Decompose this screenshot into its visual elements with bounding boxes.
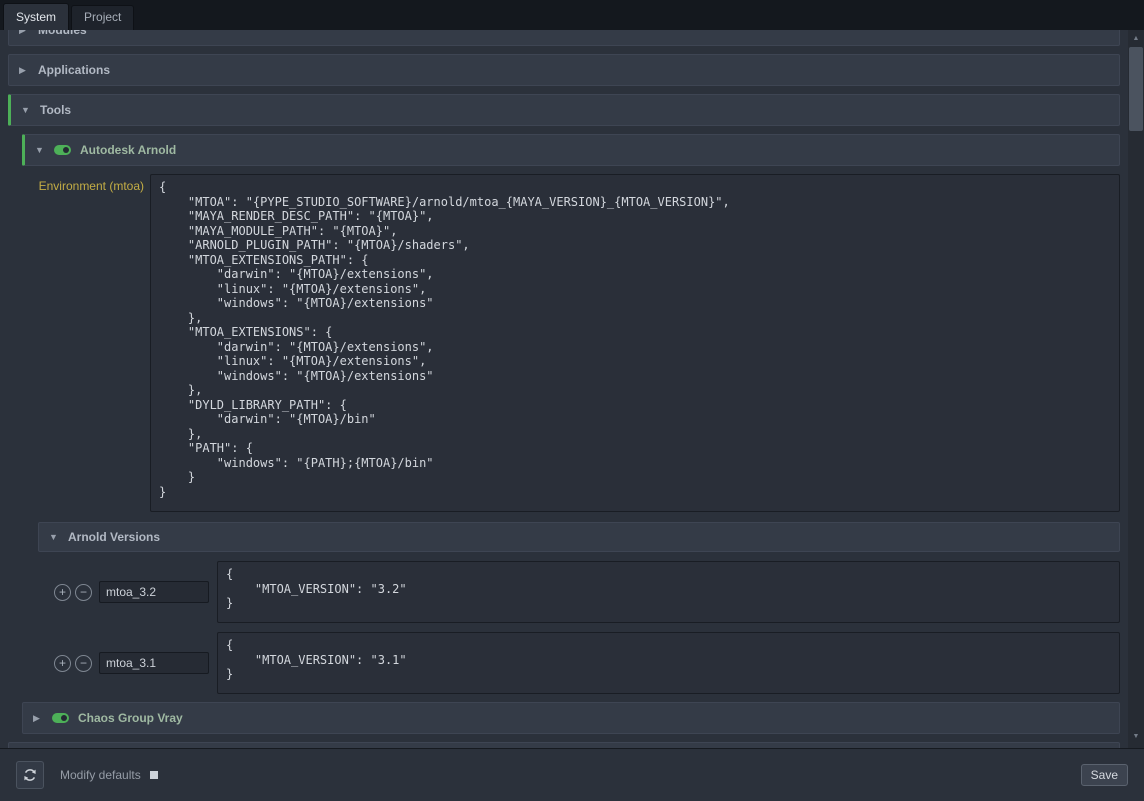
chevron-right-icon: ▶ [19, 65, 29, 76]
tab-project[interactable]: Project [71, 5, 134, 30]
scrollbar-thumb[interactable] [1129, 47, 1143, 131]
footer-bar: Modify defaults Save [0, 748, 1144, 801]
environment-field-row: Environment (mtoa) { "MTOA": "{PYPE_STUD… [8, 174, 1120, 512]
modify-defaults-label: Modify defaults [60, 768, 141, 782]
group-header-autodesk-arnold[interactable]: ▼ Autodesk Arnold [22, 134, 1120, 166]
settings-window: System Project ▶ Modules ▶ Applications … [0, 0, 1144, 801]
version-item-row: + − { "MTOA_VERSION": "3.2" } [46, 561, 1120, 623]
chevron-down-icon: ▼ [21, 105, 31, 115]
refresh-button[interactable] [16, 761, 44, 789]
scroll-down-button[interactable]: ▼ [1128, 728, 1144, 744]
chevron-right-icon: ▶ [19, 30, 29, 36]
section-label-applications: Applications [38, 63, 110, 77]
section-label-modules: Modules [38, 30, 87, 37]
vertical-scrollbar[interactable]: ▲ ▼ [1128, 30, 1144, 748]
group-header-arnold-versions[interactable]: ▼ Arnold Versions [38, 522, 1120, 552]
group-label-chaos-group-vray: Chaos Group Vray [78, 711, 183, 725]
environment-json-editor[interactable]: { "MTOA": "{PYPE_STUDIO_SOFTWARE}/arnold… [150, 174, 1120, 512]
chevron-down-icon: ▼ [35, 145, 45, 155]
version-key-input[interactable] [99, 581, 209, 603]
section-header-applications[interactable]: ▶ Applications [8, 54, 1120, 86]
add-version-button[interactable]: + [54, 655, 71, 672]
settings-scroll-area: ▶ Modules ▶ Applications ▼ Tools ▼ Autod… [0, 30, 1128, 748]
section-label-tools: Tools [40, 103, 71, 117]
chevron-right-icon: ▶ [33, 713, 43, 724]
tab-system[interactable]: System [3, 3, 69, 30]
version-key-input[interactable] [99, 652, 209, 674]
group-label-autodesk-arnold: Autodesk Arnold [80, 143, 176, 157]
version-value-editor[interactable]: { "MTOA_VERSION": "3.1" } [217, 632, 1120, 694]
modify-defaults-checkbox[interactable] [150, 771, 158, 779]
save-button[interactable]: Save [1081, 764, 1128, 786]
section-header-modules[interactable]: ▶ Modules [8, 30, 1120, 46]
chevron-down-icon: ▼ [49, 532, 59, 542]
version-item-row: + − { "MTOA_VERSION": "3.1" } [46, 632, 1120, 694]
toggle-knob [61, 715, 67, 721]
add-version-button[interactable]: + [54, 584, 71, 601]
remove-version-button[interactable]: − [75, 584, 92, 601]
remove-version-button[interactable]: − [75, 655, 92, 672]
toggle-knob [63, 147, 69, 153]
environment-label: Environment (mtoa) [8, 174, 150, 512]
refresh-icon [22, 767, 38, 783]
group-header-chaos-group-vray[interactable]: ▶ Chaos Group Vray [22, 702, 1120, 734]
tab-bar: System Project [0, 0, 1144, 30]
section-header-tools[interactable]: ▼ Tools [8, 94, 1120, 126]
scroll-up-button[interactable]: ▲ [1128, 30, 1144, 46]
arnold-enabled-toggle[interactable] [54, 145, 71, 155]
vray-enabled-toggle[interactable] [52, 713, 69, 723]
group-label-arnold-versions: Arnold Versions [68, 530, 160, 544]
version-value-editor[interactable]: { "MTOA_VERSION": "3.2" } [217, 561, 1120, 623]
